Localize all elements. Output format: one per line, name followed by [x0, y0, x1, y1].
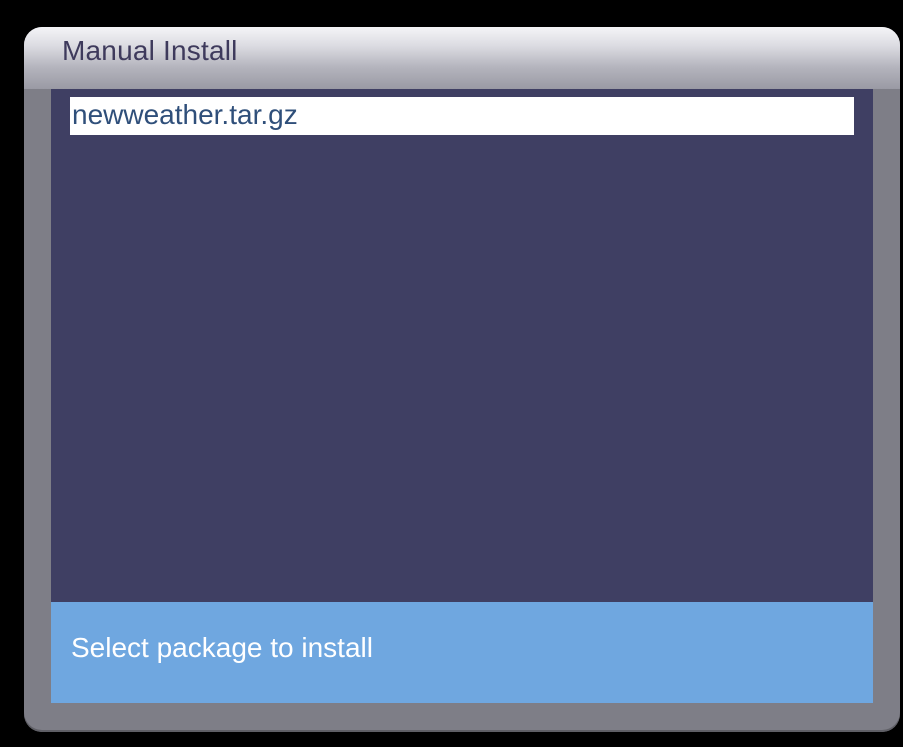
status-bar: Select package to install — [51, 602, 873, 703]
manual-install-dialog: Manual Install newweather.tar.gz Select … — [24, 27, 900, 732]
status-message: Select package to install — [71, 632, 373, 663]
dialog-titlebar: Manual Install — [24, 27, 900, 89]
package-list[interactable]: newweather.tar.gz — [51, 89, 873, 602]
dialog-title: Manual Install — [62, 35, 238, 66]
list-item-package[interactable]: newweather.tar.gz — [70, 97, 854, 135]
screen: Manual Install newweather.tar.gz Select … — [0, 0, 903, 747]
list-item-label: newweather.tar.gz — [72, 99, 298, 130]
